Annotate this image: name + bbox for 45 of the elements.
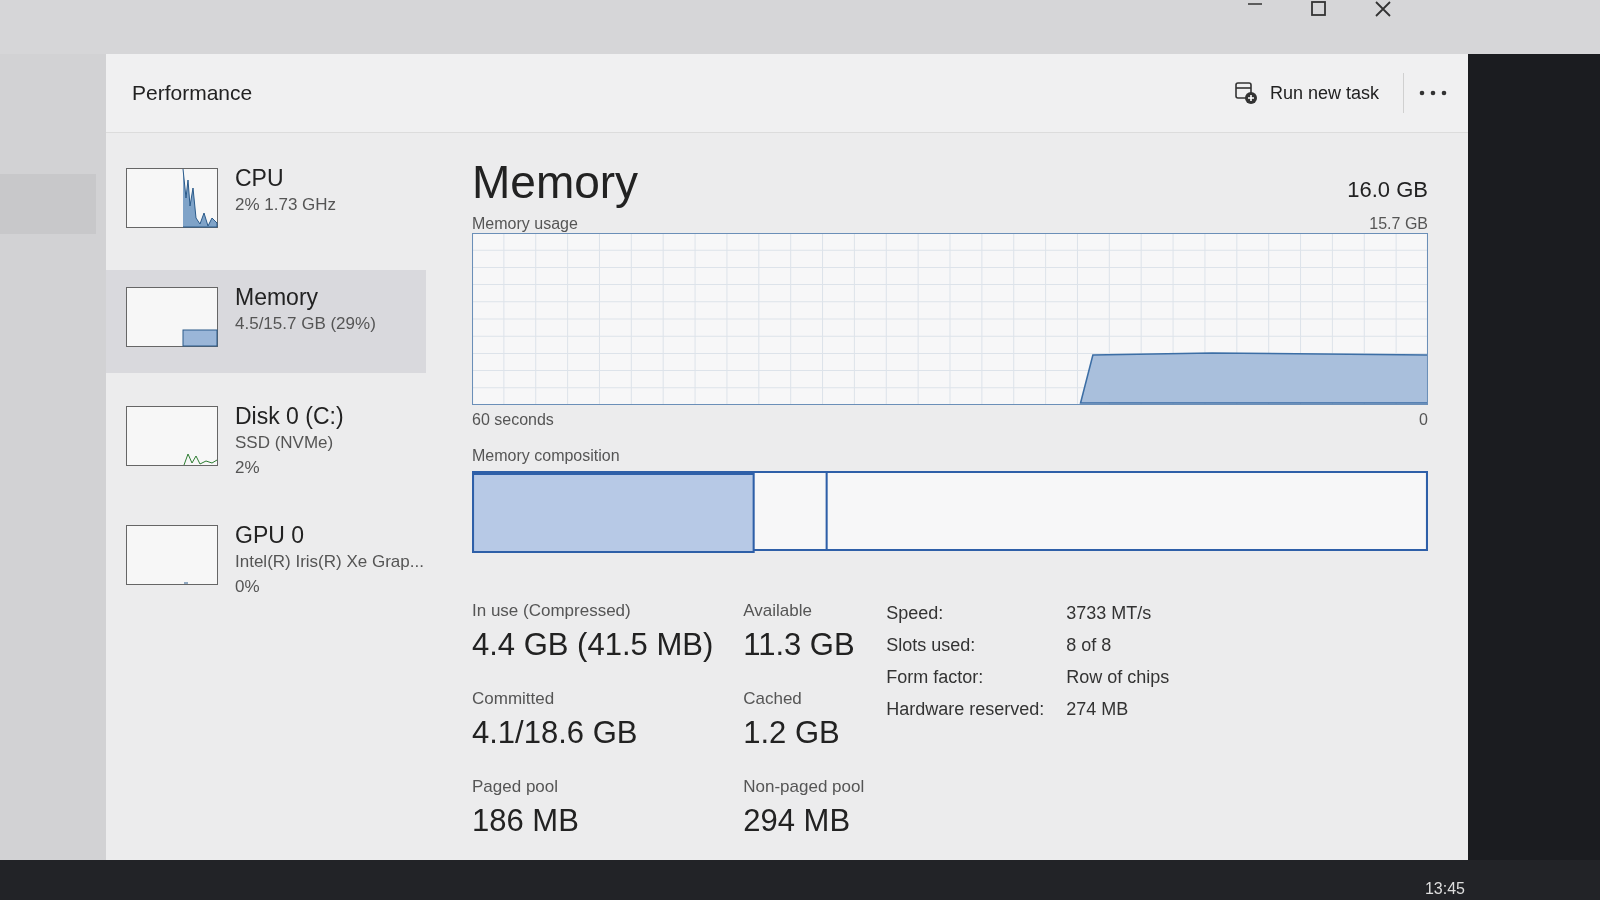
detail-label: Slots used: xyxy=(886,635,977,656)
item-name: Memory xyxy=(235,283,319,311)
item-name: Disk 0 (C:) xyxy=(235,402,344,430)
chart-label: Memory usage xyxy=(472,215,578,233)
detail-value: 274 MB xyxy=(1066,699,1130,720)
stat-label: In use (Compressed) xyxy=(472,601,631,621)
stat-label: Available xyxy=(743,601,812,621)
axis-zero-label: 0 xyxy=(1419,411,1428,429)
detail-value: 3733 MT/s xyxy=(1066,603,1153,624)
item-detail: SSD (NVMe) xyxy=(235,432,334,454)
detail-value: 8 of 8 xyxy=(1066,635,1113,656)
item-name: GPU 0 xyxy=(235,521,305,549)
section-title: Memory xyxy=(472,155,639,209)
stat-value: 186 MB xyxy=(472,803,579,839)
detail-label: Form factor: xyxy=(886,667,985,688)
sidebar-item[interactable]: CPU 2% 1.73 GHz xyxy=(106,151,426,254)
detail-value: Row of chips xyxy=(1066,667,1170,688)
sidebar-item[interactable]: Memory 4.5/15.7 GB (29%) xyxy=(106,270,426,373)
time-axis-label: 60 seconds xyxy=(472,411,554,429)
sidebar-item[interactable]: GPU 0 Intel(R) Iris(R) Xe Grap... 0% xyxy=(106,508,426,611)
new-task-icon xyxy=(1233,81,1258,105)
composition-label: Memory composition xyxy=(472,447,620,465)
total-memory: 16.0 GB xyxy=(1347,177,1428,203)
stat-value: 294 MB xyxy=(743,803,851,839)
item-detail: Intel(R) Iris(R) Xe Grap... xyxy=(235,551,424,573)
run-new-task-button[interactable]: Run new task xyxy=(1223,75,1389,111)
item-detail: 2% 1.73 GHz xyxy=(235,194,337,216)
stat-value: 4.1/18.6 GB xyxy=(472,715,638,751)
item-detail: 2% xyxy=(235,457,260,479)
sidebar-item[interactable]: Disk 0 (C:) SSD (NVMe) 2% xyxy=(106,389,426,492)
stat-label: Committed xyxy=(472,689,555,709)
item-detail: 4.5/15.7 GB (29%) xyxy=(235,313,376,335)
chart-max-label: 15.7 GB xyxy=(1369,215,1428,233)
stat-value: 1.2 GB xyxy=(743,715,840,751)
stat-value: 11.3 GB xyxy=(743,627,855,663)
page-title: Performance xyxy=(132,81,254,105)
detail-label: Speed: xyxy=(886,603,945,624)
stat-label: Cached xyxy=(743,689,802,709)
detail-label: Hardware reserved: xyxy=(886,699,1045,720)
item-detail: 0% xyxy=(235,576,260,598)
item-name: CPU xyxy=(235,164,284,192)
clock-time: 13:45 xyxy=(1424,880,1465,899)
stat-value: 4.4 GB (41.5 MB) xyxy=(472,627,714,663)
stat-label: Paged pool xyxy=(472,777,559,797)
stat-label: Non-paged pool xyxy=(743,777,865,797)
